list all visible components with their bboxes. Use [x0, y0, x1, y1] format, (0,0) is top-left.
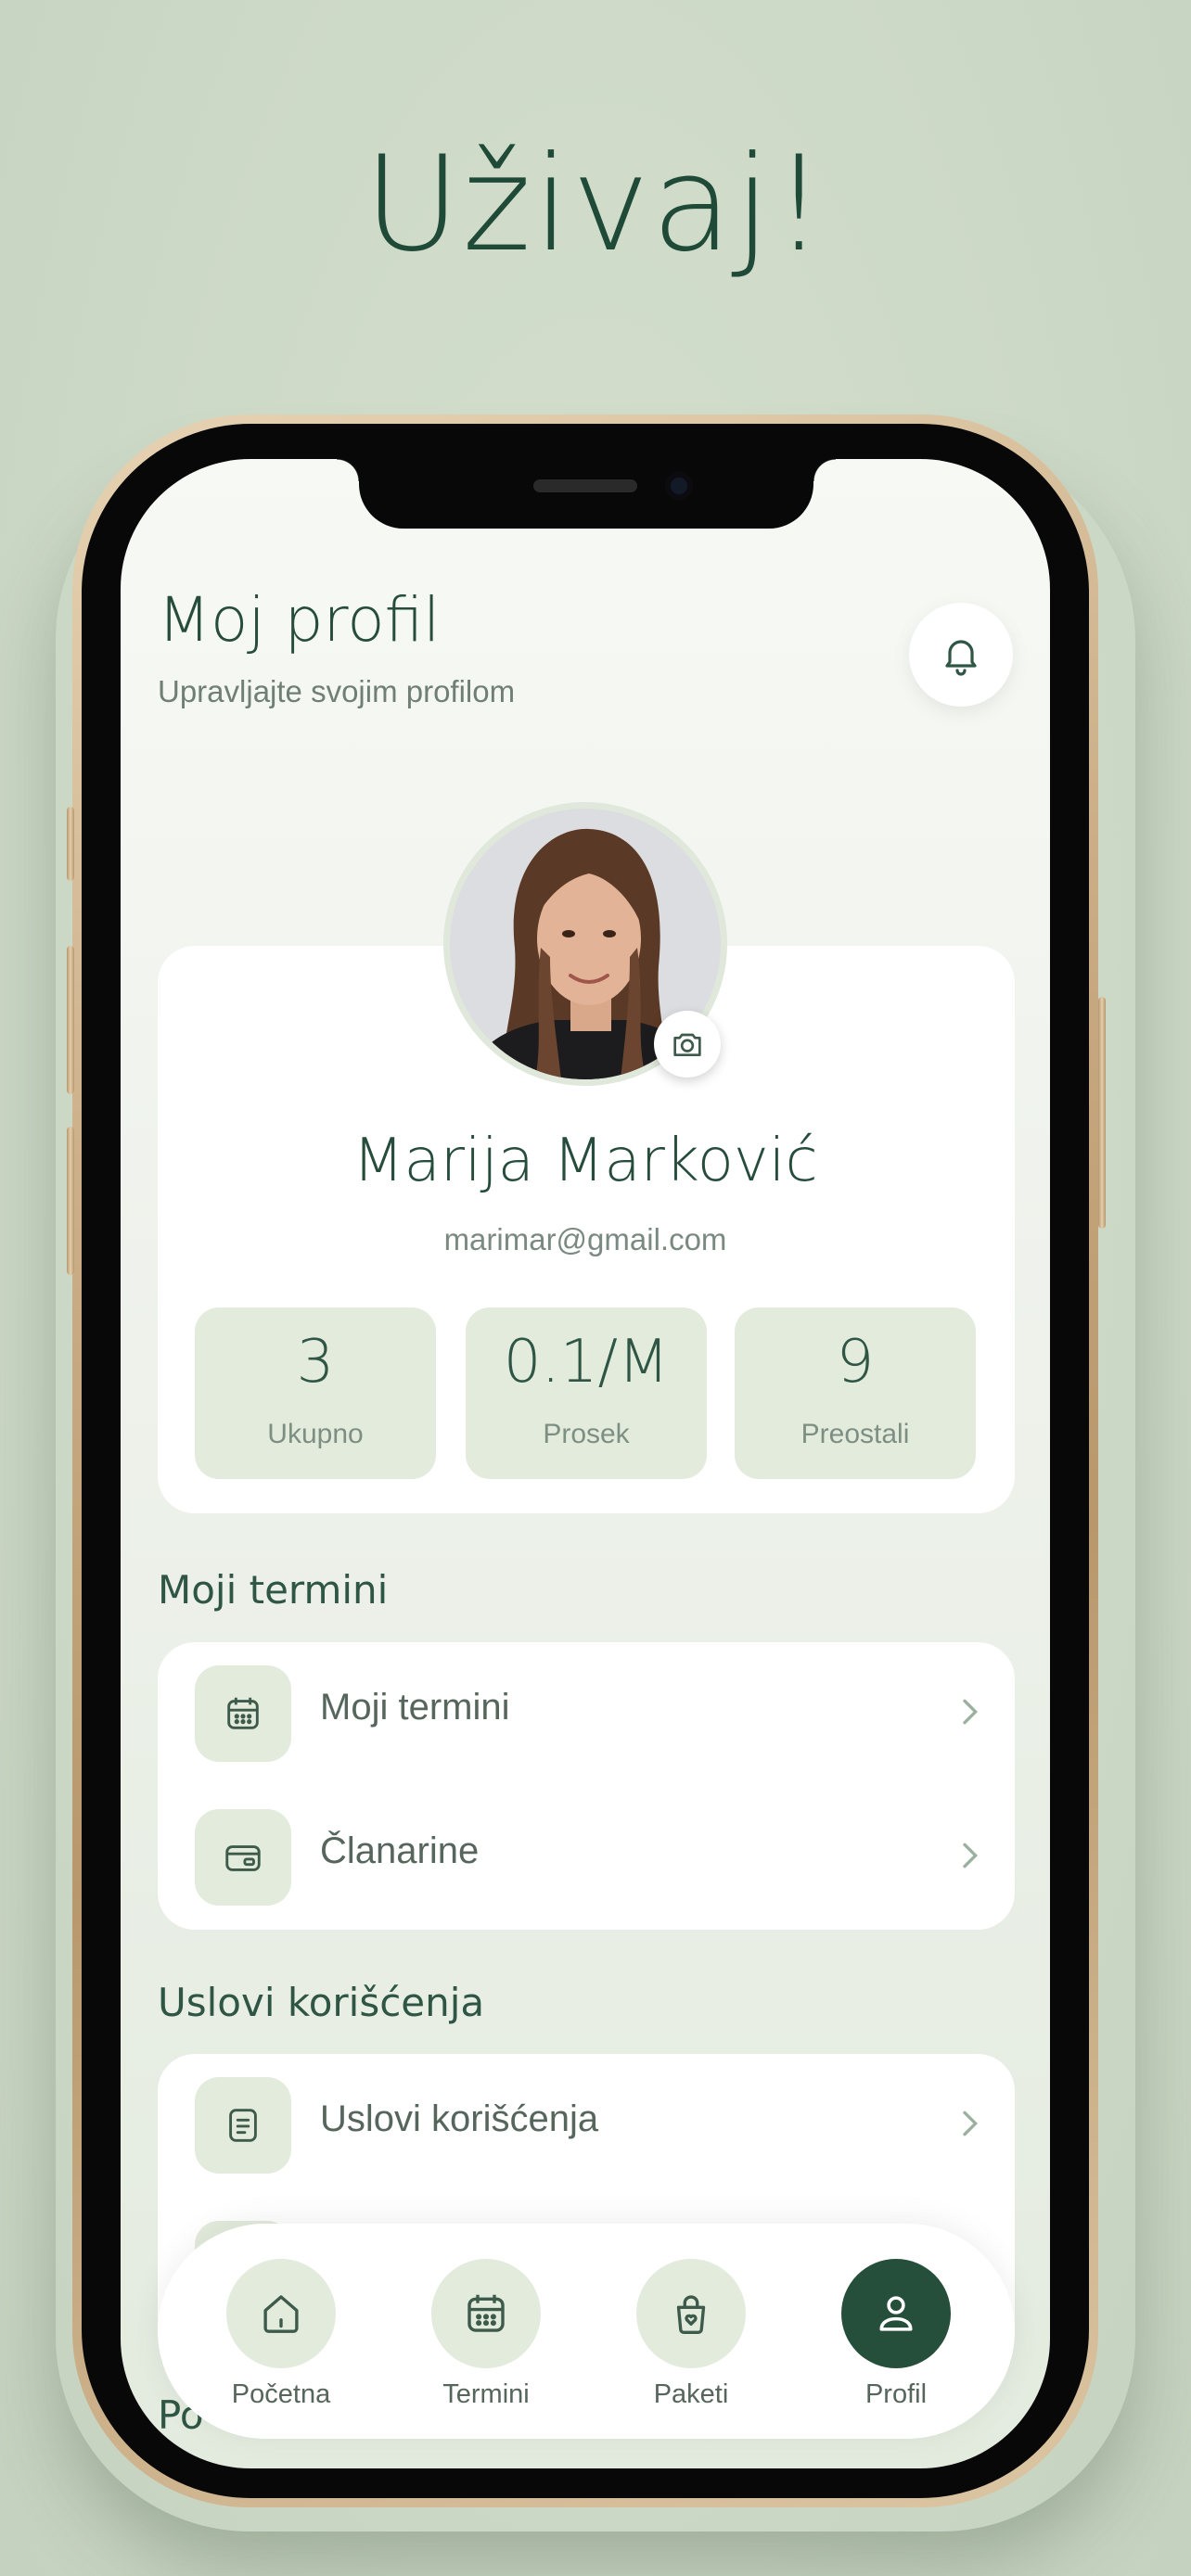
- document-icon: [229, 2109, 257, 2142]
- notifications-button[interactable]: [909, 603, 1013, 707]
- menu-item-label: Uslovi korišćenja: [320, 2098, 599, 2139]
- menu-item-label: Moji termini: [320, 1687, 510, 1728]
- stat-label: Ukupno: [267, 1419, 364, 1449]
- menu-item-my-appointments[interactable]: Moji termini: [158, 1647, 1015, 1777]
- phone-side-button: [1098, 997, 1106, 1229]
- nav-icon-circle-active: [841, 2259, 951, 2368]
- menu-item-icon-tile: [195, 1665, 291, 1762]
- calendar-icon: [227, 1697, 259, 1729]
- stat-value: 9: [836, 1328, 875, 1396]
- stat-total: 3 Ukupno: [195, 1307, 436, 1479]
- bottom-navigation: Početna Termini Paketi Profil: [158, 2224, 1015, 2439]
- nav-item-appointments[interactable]: Termini: [426, 2259, 546, 2410]
- change-photo-button[interactable]: [654, 1011, 721, 1078]
- appointments-menu-card: Moji termini Članarine: [158, 1642, 1015, 1930]
- stat-label: Prosek: [543, 1419, 630, 1449]
- membership-card-icon: [225, 1845, 261, 1871]
- chevron-right-icon: [963, 2111, 979, 2136]
- chevron-right-icon: [963, 1843, 979, 1868]
- stat-value: 0.1/M: [503, 1328, 670, 1396]
- section-title-appointments: Moji termini: [158, 1567, 389, 1613]
- nav-item-packages[interactable]: Paketi: [631, 2259, 751, 2410]
- stat-average: 0.1/M Prosek: [466, 1307, 707, 1479]
- marketing-headline: Uživaj!: [364, 128, 827, 281]
- phone-screen: Moj profil Upravljajte svojim profilom M…: [121, 459, 1050, 2468]
- notch: [337, 459, 836, 529]
- bell-icon: [945, 640, 977, 676]
- phone-side-button: [67, 1127, 74, 1275]
- nav-icon-circle: [226, 2259, 336, 2368]
- menu-item-icon-tile: [195, 2077, 291, 2174]
- nav-icon-circle: [636, 2259, 746, 2368]
- nav-label: Termini: [442, 2379, 530, 2409]
- stat-remaining: 9 Preostali: [735, 1307, 976, 1479]
- calendar-icon: [467, 2294, 505, 2332]
- camera-icon: [673, 1033, 701, 1056]
- profile-name: Marija Marković: [352, 1127, 818, 1195]
- nav-icon-circle: [431, 2259, 541, 2368]
- nav-item-home[interactable]: Početna: [221, 2259, 341, 2410]
- phone-side-button: [67, 807, 74, 881]
- page-title: Moj profil: [158, 584, 441, 656]
- menu-item-memberships[interactable]: Članarine: [158, 1791, 1015, 1920]
- menu-item-icon-tile: [195, 1809, 291, 1906]
- phone-side-button: [67, 946, 74, 1094]
- section-title-terms: Uslovi korišćenja: [158, 1980, 485, 2025]
- chevron-right-icon: [963, 1699, 979, 1725]
- nav-label: Početna: [231, 2379, 331, 2409]
- stat-value: 3: [296, 1328, 335, 1396]
- page-subtitle: Upravljajte svojim profilom: [158, 674, 516, 708]
- stat-label: Preostali: [800, 1419, 910, 1449]
- home-icon: [263, 2295, 299, 2333]
- nav-label: Paketi: [653, 2379, 729, 2409]
- menu-item-label: Članarine: [320, 1830, 480, 1871]
- profile-email: marimar@gmail.com: [443, 1222, 727, 1256]
- front-camera: [665, 472, 693, 500]
- user-icon: [879, 2296, 913, 2331]
- nav-item-profile[interactable]: Profil: [836, 2259, 956, 2410]
- nav-label: Profil: [864, 2379, 928, 2409]
- bag-icon: [676, 2295, 706, 2334]
- menu-item-terms-of-use[interactable]: Uslovi korišćenja: [158, 2059, 1015, 2188]
- speaker-grille: [533, 479, 637, 492]
